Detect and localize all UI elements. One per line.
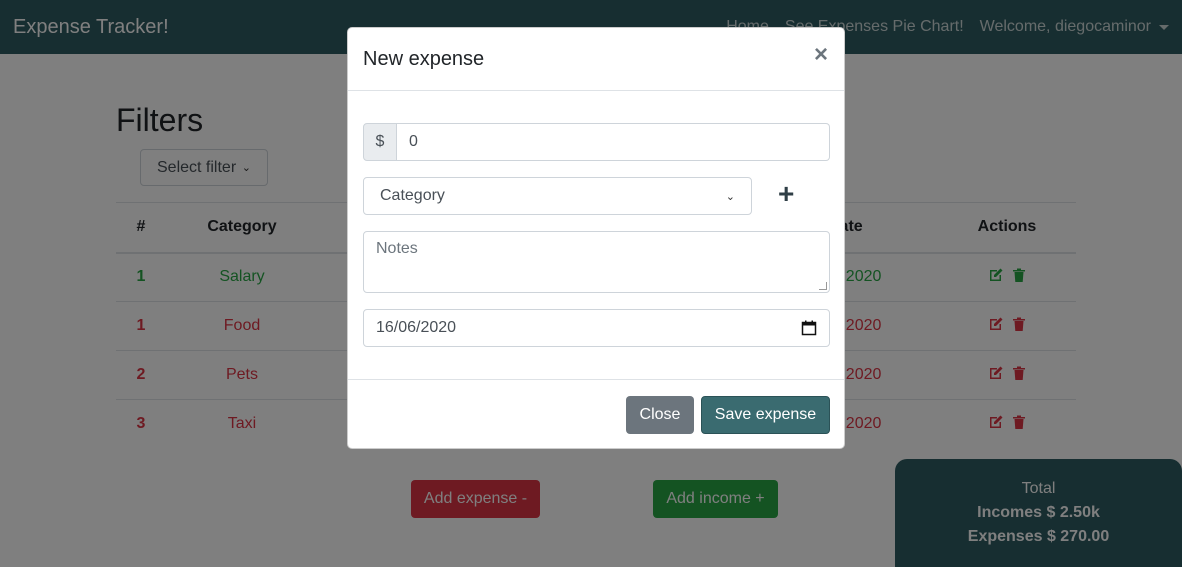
modal-body: $ 0 Category ⌄ + Notes 16/06/2020: [348, 91, 844, 379]
new-expense-modal: New expense × $ 0 Category ⌄ + Notes 16/…: [347, 27, 845, 449]
amount-input-group: $ 0: [363, 123, 830, 161]
currency-prefix: $: [363, 123, 397, 161]
notes-textarea[interactable]: Notes: [363, 231, 830, 293]
calendar-icon[interactable]: [801, 320, 817, 336]
close-button[interactable]: Close: [626, 396, 694, 434]
category-select-value: Category: [380, 187, 445, 204]
save-expense-button[interactable]: Save expense: [701, 396, 830, 434]
modal-footer: Close Save expense: [348, 379, 844, 449]
amount-input[interactable]: 0: [397, 123, 830, 161]
modal-title: New expense: [363, 47, 485, 70]
category-select[interactable]: Category ⌄: [363, 177, 752, 215]
chevron-down-icon: ⌄: [725, 190, 735, 203]
close-icon[interactable]: ×: [814, 43, 828, 67]
plus-icon[interactable]: +: [778, 179, 794, 209]
date-input[interactable]: 16/06/2020: [363, 309, 830, 347]
date-value: 16/06/2020: [376, 319, 457, 336]
modal-header: New expense ×: [348, 28, 844, 91]
notes-placeholder: Notes: [376, 240, 418, 257]
resize-grip-icon[interactable]: [819, 282, 827, 290]
